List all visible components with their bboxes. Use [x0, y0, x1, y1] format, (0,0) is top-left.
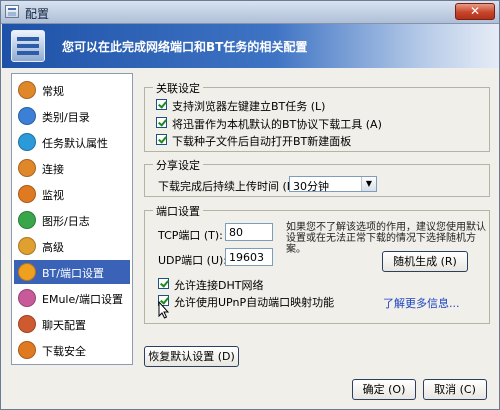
sidebar-item-chat[interactable]: 聊天配置	[14, 312, 130, 336]
monitor-icon	[18, 185, 36, 203]
share-group-title: 分享设定	[153, 157, 203, 173]
sidebar-item-label: 高级	[42, 241, 64, 254]
port-group-title: 端口设置	[153, 203, 203, 219]
sidebar-item-general[interactable]: 常规	[14, 78, 130, 102]
association-group-title: 关联设定	[153, 80, 203, 96]
folder-icon	[18, 107, 36, 125]
auto-open-panel-checkbox[interactable]	[156, 134, 167, 145]
dht-checkbox[interactable]	[158, 278, 169, 289]
sidebar-item-label: 连接	[42, 163, 64, 176]
sidebar-item-connection[interactable]: 连接	[14, 156, 130, 180]
default-bt-tool-label: 将迅雷作为本机默认的BT协议下载工具 (A)	[172, 118, 382, 131]
tcp-port-label: TCP端口 (T):	[158, 229, 223, 242]
random-generate-button[interactable]: 随机生成 (R)	[382, 251, 468, 272]
upload-duration-label: 下载完成后持续上传时间 (P):	[158, 180, 302, 193]
graph-log-icon	[18, 211, 36, 229]
title-bar[interactable]: 配置 ✕	[1, 1, 499, 24]
sidebar-item-label: BT/端口设置	[42, 267, 104, 280]
udp-port-label: UDP端口 (U):	[158, 254, 227, 267]
upnp-label: 允许使用UPnP自动端口映射功能	[174, 296, 335, 309]
cancel-button[interactable]: 取消 (C)	[423, 379, 487, 400]
gear-icon	[18, 81, 36, 99]
upload-duration-value: 30分钟	[293, 180, 329, 193]
restore-defaults-button[interactable]: 恢复默认设置 (D)	[144, 346, 239, 367]
auto-open-panel-label: 下载种子文件后自动打开BT新建面板	[172, 135, 352, 148]
config-dialog: 配置 ✕ 您可以在此完成网络端口和BT任务的相关配置 常规 类别/目录 任务默认…	[0, 0, 500, 410]
sidebar-item-task-defaults[interactable]: 任务默认属性	[14, 130, 130, 154]
connection-icon	[18, 159, 36, 177]
chevron-down-icon[interactable]: ▼	[361, 177, 376, 191]
sidebar-item-label: EMule/端口设置	[42, 293, 123, 306]
header-banner: 您可以在此完成网络端口和BT任务的相关配置	[2, 24, 499, 68]
sidebar-item-label: 常规	[42, 85, 64, 98]
task-properties-icon	[18, 133, 36, 151]
security-icon	[18, 341, 36, 359]
browser-left-click-label: 支持浏览器左键建立BT任务 (L)	[172, 100, 326, 113]
sidebar-item-bt-port[interactable]: BT/端口设置	[14, 260, 130, 284]
banner-text: 您可以在此完成网络端口和BT任务的相关配置	[62, 40, 308, 54]
dht-label: 允许连接DHT网络	[174, 279, 264, 292]
sidebar-item-label: 下载安全	[42, 345, 86, 358]
settings-panel-icon	[11, 30, 45, 62]
close-icon: ✕	[469, 4, 481, 18]
ok-button[interactable]: 确定 (O)	[352, 379, 416, 400]
bt-icon	[18, 263, 36, 281]
sidebar-item-label: 聊天配置	[42, 319, 86, 332]
emule-icon	[18, 289, 36, 307]
udp-port-input[interactable]	[225, 248, 273, 266]
upload-duration-select[interactable]: 30分钟 ▼	[289, 176, 377, 193]
sidebar-item-category-directory[interactable]: 类别/目录	[14, 104, 130, 128]
window-title: 配置	[25, 7, 50, 21]
browser-left-click-checkbox[interactable]	[156, 99, 167, 110]
sidebar-item-monitor[interactable]: 监视	[14, 182, 130, 206]
sidebar-item-label: 图形/日志	[42, 215, 90, 228]
app-icon	[5, 5, 19, 18]
sidebar-item-graph-log[interactable]: 图形/日志	[14, 208, 130, 232]
category-sidebar: 常规 类别/目录 任务默认属性 连接 监视 图形/日志 高级 BT/端口设置 E…	[11, 73, 133, 365]
advanced-icon	[18, 237, 36, 255]
sidebar-item-download-security[interactable]: 下载安全	[14, 338, 130, 362]
mouse-cursor-icon	[158, 301, 170, 319]
tcp-port-input[interactable]	[225, 223, 273, 241]
learn-more-link[interactable]: 了解更多信息...	[383, 295, 460, 311]
close-button[interactable]: ✕	[455, 3, 495, 20]
sidebar-item-label: 类别/目录	[42, 111, 90, 124]
sidebar-item-label: 监视	[42, 189, 64, 202]
sidebar-item-label: 任务默认属性	[42, 137, 108, 150]
sidebar-item-advanced[interactable]: 高级	[14, 234, 130, 258]
sidebar-item-emule-port[interactable]: EMule/端口设置	[14, 286, 130, 310]
default-bt-tool-checkbox[interactable]	[156, 117, 167, 128]
chat-icon	[18, 315, 36, 333]
